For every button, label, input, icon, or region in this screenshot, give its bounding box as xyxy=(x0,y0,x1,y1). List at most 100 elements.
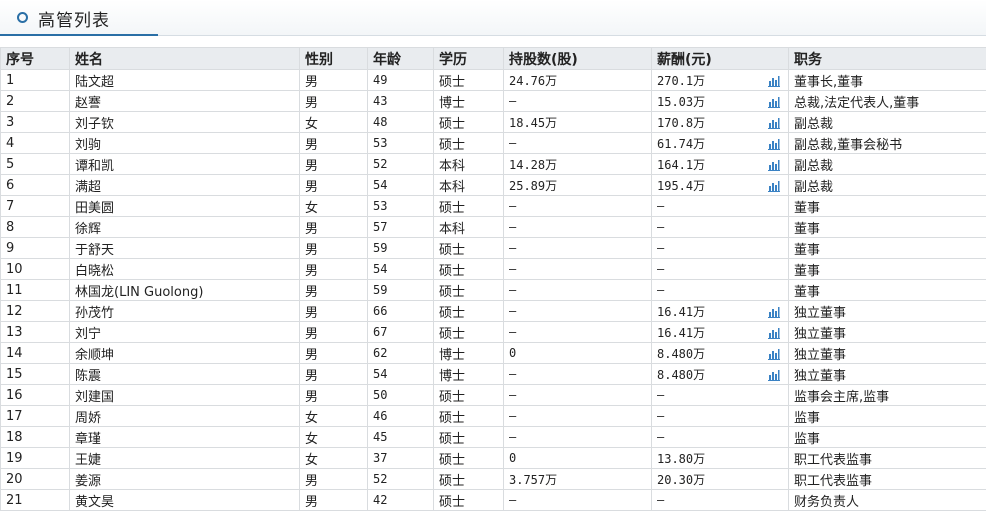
cell-education: 硕士 xyxy=(433,279,504,301)
cell-name: 章瑾 xyxy=(69,426,300,448)
cell-position: 独立董事 xyxy=(788,363,986,385)
header-education[interactable]: 学历 xyxy=(433,47,504,70)
bar-chart-icon[interactable] xyxy=(768,327,780,339)
cell-position: 监事 xyxy=(788,405,986,427)
cell-age: 52 xyxy=(367,468,434,490)
cell-salary-text: — xyxy=(657,409,665,423)
cell-shares: — xyxy=(503,279,652,301)
header-index[interactable]: 序号 xyxy=(0,47,70,70)
cell-salary-text: — xyxy=(657,283,665,297)
bar-chart-icon[interactable] xyxy=(768,348,780,360)
cell-education: 硕士 xyxy=(433,237,504,259)
cell-salary: — xyxy=(651,237,789,259)
cell-shares: 25.89万 xyxy=(503,174,652,196)
cell-salary-text: 195.4万 xyxy=(657,178,706,193)
cell-name: 于舒天 xyxy=(69,237,300,259)
header-salary[interactable]: 薪酬(元) xyxy=(651,47,789,70)
cell-index: 21 xyxy=(0,489,70,511)
bar-chart-icon[interactable] xyxy=(768,306,780,318)
cell-gender: 男 xyxy=(299,363,368,385)
cell-name: 周娇 xyxy=(69,405,300,427)
bar-chart-icon[interactable] xyxy=(768,159,780,171)
cell-position-text: 董事长,董事 xyxy=(794,74,864,90)
cell-education-text: 硕士 xyxy=(439,284,466,300)
cell-gender: 男 xyxy=(299,468,368,490)
cell-index-text: 2 xyxy=(6,93,15,109)
cell-education-text: 硕士 xyxy=(439,305,466,321)
table-row: 14 余顺坤 男 62 博士 0 8.480万 独立董事 xyxy=(0,342,986,364)
cell-name: 余顺坤 xyxy=(69,342,300,364)
cell-index: 10 xyxy=(0,258,70,280)
cell-gender-text: 男 xyxy=(305,326,319,342)
header-position[interactable]: 职务 xyxy=(788,47,986,70)
bar-chart-icon[interactable] xyxy=(768,117,780,129)
cell-gender-text: 男 xyxy=(305,242,319,258)
cell-salary-text: — xyxy=(657,493,665,507)
cell-position: 董事长,董事 xyxy=(788,69,986,91)
cell-education-text: 硕士 xyxy=(439,494,466,510)
table-row: 21 黄文昊 男 42 硕士 — — 财务负责人 xyxy=(0,489,986,511)
cell-age: 43 xyxy=(367,90,434,112)
cell-position-text: 董事 xyxy=(794,284,821,300)
cell-age: 54 xyxy=(367,174,434,196)
bar-chart-icon[interactable] xyxy=(768,138,780,150)
cell-salary: 195.4万 xyxy=(651,174,789,196)
cell-age: 57 xyxy=(367,216,434,238)
cell-shares: 0 xyxy=(503,342,652,364)
cell-position-text: 独立董事 xyxy=(794,326,847,342)
cell-gender: 男 xyxy=(299,300,368,322)
bar-chart-icon[interactable] xyxy=(768,369,780,381)
table-body: 1 陆文超男 49 硕士 24.76万 270.1万 董事长,董事 2 赵謇男 43 博士 —15.0… xyxy=(0,69,986,511)
cell-education: 硕士 xyxy=(433,111,504,133)
cell-index: 16 xyxy=(0,384,70,406)
bar-chart-icon[interactable] xyxy=(768,180,780,192)
cell-name: 赵謇 xyxy=(69,90,300,112)
cell-index-text: 12 xyxy=(6,303,23,319)
cell-salary: 16.41万 xyxy=(651,300,789,322)
header-age[interactable]: 年龄 xyxy=(367,47,434,70)
cell-position-text: 副总裁,董事会秘书 xyxy=(794,137,903,153)
cell-age: 53 xyxy=(367,195,434,217)
cell-position: 董事 xyxy=(788,237,986,259)
header-gender[interactable]: 性别 xyxy=(299,47,368,70)
cell-name-text: 赵謇 xyxy=(75,95,102,111)
cell-name: 黄文昊 xyxy=(69,489,300,511)
cell-shares-text: — xyxy=(509,199,517,213)
cell-age-text: 57 xyxy=(373,220,388,234)
cell-name-text: 章瑾 xyxy=(75,431,102,447)
cell-gender: 男 xyxy=(299,132,368,154)
cell-education: 硕士 xyxy=(433,426,504,448)
cell-age: 67 xyxy=(367,321,434,343)
cell-salary: — xyxy=(651,489,789,511)
cell-name-text: 满超 xyxy=(75,179,102,195)
cell-name-text: 白晓松 xyxy=(75,263,115,279)
cell-name: 刘子钦 xyxy=(69,111,300,133)
cell-age: 54 xyxy=(367,258,434,280)
header-shares[interactable]: 持股数(股) xyxy=(503,47,652,70)
cell-name: 陆文超 xyxy=(69,69,300,91)
bar-chart-icon[interactable] xyxy=(768,96,780,108)
cell-shares-text: 14.28万 xyxy=(509,157,558,172)
cell-index-text: 11 xyxy=(6,282,23,298)
cell-name-text: 于舒天 xyxy=(75,242,115,258)
cell-position-text: 副总裁 xyxy=(794,179,834,195)
cell-age: 50 xyxy=(367,384,434,406)
cell-shares-text: — xyxy=(509,325,517,339)
cell-gender: 男 xyxy=(299,342,368,364)
cell-salary: 61.74万 xyxy=(651,132,789,154)
cell-gender-text: 男 xyxy=(305,95,319,111)
cell-age: 48 xyxy=(367,111,434,133)
cell-age-text: 49 xyxy=(373,73,388,87)
cell-name: 刘宁 xyxy=(69,321,300,343)
table-row: 2 赵謇 男 43 博士 — 15.03万 总裁,法定代表人,董事 xyxy=(0,90,986,112)
cell-position-text: 副总裁 xyxy=(794,116,834,132)
cell-gender: 男 xyxy=(299,258,368,280)
cell-index: 12 xyxy=(0,300,70,322)
table-row: 11 林国龙(LIN Guolong) 男 59 硕士 — — 董事 xyxy=(0,279,986,301)
cell-education-text: 硕士 xyxy=(439,116,466,132)
header-name[interactable]: 姓名 xyxy=(69,47,300,70)
cell-shares: — xyxy=(503,300,652,322)
bar-chart-icon[interactable] xyxy=(768,75,780,87)
cell-shares-text: 0 xyxy=(509,346,517,360)
cell-salary-text: 16.41万 xyxy=(657,304,706,319)
